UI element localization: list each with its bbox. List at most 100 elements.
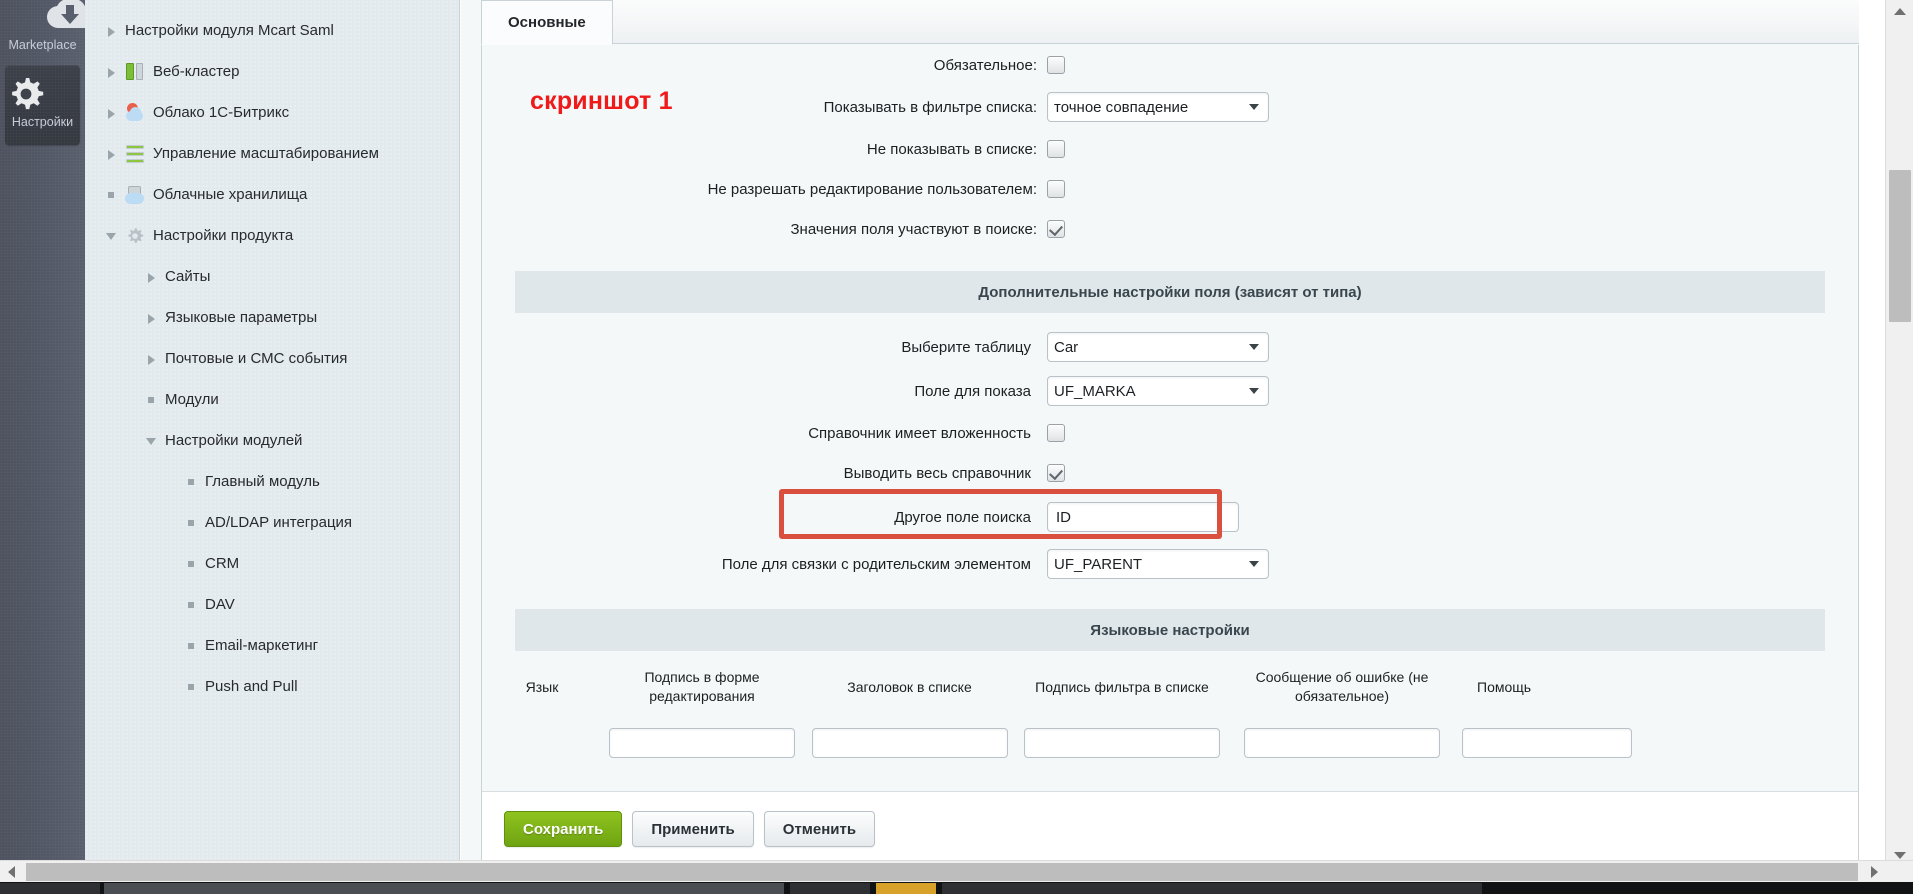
tree-item-mail-sms-events[interactable]: Почтовые и СМС события: [85, 338, 459, 379]
chevron-right-icon[interactable]: [145, 311, 159, 325]
tree-item-label: Настройки модуля Mcart Saml: [125, 21, 334, 39]
disallow-user-edit-checkbox[interactable]: [1047, 180, 1065, 198]
row-other-search-field: Другое поле поиска: [482, 493, 1858, 541]
parent-link-field-select[interactable]: UF_PARENT: [1047, 549, 1269, 579]
chevron-right-icon[interactable]: [145, 270, 159, 284]
other-search-field-input[interactable]: [1047, 502, 1239, 532]
row-label: Выберите таблицу: [901, 338, 1031, 356]
bullet-icon: [185, 475, 199, 489]
cancel-button[interactable]: Отменить: [763, 811, 876, 847]
scaling-icon: [125, 144, 145, 164]
tree-item-language-params[interactable]: Языковые параметры: [85, 297, 459, 338]
tree-item-main-module[interactable]: Главный модуль: [85, 461, 459, 502]
settings-tree-panel[interactable]: Настройки модуля Mcart Saml Веб-кластер …: [85, 0, 460, 866]
values-in-search-checkbox[interactable]: [1047, 220, 1065, 238]
error-message-input[interactable]: [1244, 728, 1440, 758]
row-parent-link-field: Поле для связки с родительским элементом…: [482, 541, 1858, 587]
column-header-error-message: Сообщение об ошибке (не обязательное): [1255, 669, 1429, 704]
row-disallow-user-edit: Не разрешать редактирование пользователе…: [482, 169, 1858, 209]
left-icon-rail: Marketplace Настройки: [0, 0, 95, 866]
bullet-icon: [185, 598, 199, 612]
row-values-in-search: Значения поля участвуют в поиске:: [482, 209, 1858, 249]
required-checkbox[interactable]: [1047, 56, 1065, 74]
row-label: Поле для связки с родительским элементом: [721, 555, 1031, 573]
form-action-bar: Сохранить Применить Отменить: [481, 791, 1859, 866]
gear-icon: [5, 73, 80, 113]
chevron-right-icon[interactable]: [145, 352, 159, 366]
tab-osnovnye[interactable]: Основные: [481, 0, 613, 45]
row-label: Поле для показа: [914, 382, 1031, 400]
row-label: Справочник имеет вложенность: [808, 424, 1031, 442]
chevron-down-icon[interactable]: [105, 229, 119, 243]
tree-item-label: Email-маркетинг: [205, 636, 319, 654]
list-filter-input[interactable]: [1024, 728, 1220, 758]
help-input[interactable]: [1462, 728, 1632, 758]
edit-caption-input[interactable]: [609, 728, 795, 758]
tree-item-label: Облачные хранилища: [153, 185, 308, 203]
tree-item-label: DAV: [205, 595, 235, 613]
section-header-additional-settings: Дополнительные настройки поля (зависят о…: [515, 271, 1825, 313]
has-nesting-checkbox[interactable]: [1047, 424, 1065, 442]
chevron-right-icon[interactable]: [105, 65, 119, 79]
save-button[interactable]: Сохранить: [504, 811, 623, 847]
section-header-language-settings: Языковые настройки: [515, 609, 1825, 651]
row-label: Не разрешать редактирование пользователе…: [707, 180, 1037, 198]
row-label: Выводить весь справочник: [843, 464, 1031, 482]
row-select-table: Выберите таблицу Car: [482, 325, 1858, 369]
tree-item-scaling[interactable]: Управление масштабированием: [85, 133, 459, 174]
show-in-list-filter-select[interactable]: точное совпадение: [1047, 92, 1269, 122]
scroll-up-arrow-icon[interactable]: [1886, 0, 1913, 22]
rail-item-settings[interactable]: Настройки: [5, 65, 80, 145]
tree-item-label: Модули: [165, 390, 219, 408]
display-field-select[interactable]: UF_MARKA: [1047, 376, 1269, 406]
language-settings-table: Язык Подпись в форме редактирования Заго…: [482, 657, 1858, 763]
hide-in-list-checkbox[interactable]: [1047, 140, 1065, 158]
tree-item-cloud-1c-bitrix[interactable]: Облако 1С-Битрикс: [85, 92, 459, 133]
annotation-screenshot-label: скриншот 1: [530, 87, 673, 115]
gear-small-icon: [125, 226, 145, 246]
vertical-scrollbar[interactable]: [1885, 0, 1913, 866]
row-show-in-list-filter: Показывать в фильтре списка: точное совп…: [482, 85, 1858, 129]
taskbar-strip: [0, 882, 1913, 894]
tree-item-dav[interactable]: DAV: [85, 584, 459, 625]
main-content: Основные скриншот 1 Обязательное: Показы…: [461, 0, 1859, 866]
chevron-right-icon[interactable]: [105, 147, 119, 161]
tree-item-mcart-saml[interactable]: Настройки модуля Mcart Saml: [85, 10, 459, 51]
vertical-scroll-thumb[interactable]: [1889, 170, 1911, 322]
rail-item-marketplace[interactable]: Marketplace: [5, 0, 95, 52]
section-title: Дополнительные настройки поля (зависят о…: [978, 283, 1362, 301]
horizontal-scrollbar[interactable]: [0, 860, 1913, 882]
horizontal-scroll-thumb[interactable]: [26, 863, 1858, 881]
list-header-input[interactable]: [811, 728, 1008, 758]
chevron-right-icon[interactable]: [105, 106, 119, 120]
tree-item-label: Почтовые и СМС события: [165, 349, 348, 367]
tree-item-label: Push and Pull: [205, 677, 298, 695]
tab-label: Основные: [508, 14, 586, 31]
tree-item-module-settings[interactable]: Настройки модулей: [85, 420, 459, 461]
tree-item-ad-ldap[interactable]: AD/LDAP интеграция: [85, 502, 459, 543]
column-header-list-header: Заголовок в списке: [847, 678, 972, 695]
tree-item-product-settings[interactable]: Настройки продукта: [85, 215, 459, 256]
scroll-right-arrow-icon[interactable]: [1863, 861, 1885, 883]
select-table-select[interactable]: Car: [1047, 332, 1269, 362]
scroll-left-arrow-icon[interactable]: [0, 861, 22, 883]
rail-item-label: Настройки: [11, 115, 74, 129]
chevron-down-icon[interactable]: [145, 434, 159, 448]
row-label: Не показывать в списке:: [866, 140, 1037, 158]
tree-item-modules[interactable]: Модули: [85, 379, 459, 420]
apply-button[interactable]: Применить: [632, 811, 754, 847]
output-whole-directory-checkbox[interactable]: [1047, 464, 1065, 482]
tree-item-sites[interactable]: Сайты: [85, 256, 459, 297]
chevron-right-icon[interactable]: [105, 24, 119, 38]
table-header-row: Язык Подпись в форме редактирования Заго…: [482, 657, 1858, 723]
tree-item-email-marketing[interactable]: Email-маркетинг: [85, 625, 459, 666]
tree-item-push-and-pull[interactable]: Push and Pull: [85, 666, 459, 707]
cloud-download-icon: [5, 0, 95, 36]
row-label: Обязательное:: [933, 56, 1037, 74]
row-hide-in-list: Не показывать в списке:: [482, 129, 1858, 169]
cloud-storage-icon: [125, 185, 145, 205]
tree-item-cloud-storage[interactable]: Облачные хранилища: [85, 174, 459, 215]
tree-item-web-cluster[interactable]: Веб-кластер: [85, 51, 459, 92]
tree-item-crm[interactable]: CRM: [85, 543, 459, 584]
bullet-icon: [185, 680, 199, 694]
